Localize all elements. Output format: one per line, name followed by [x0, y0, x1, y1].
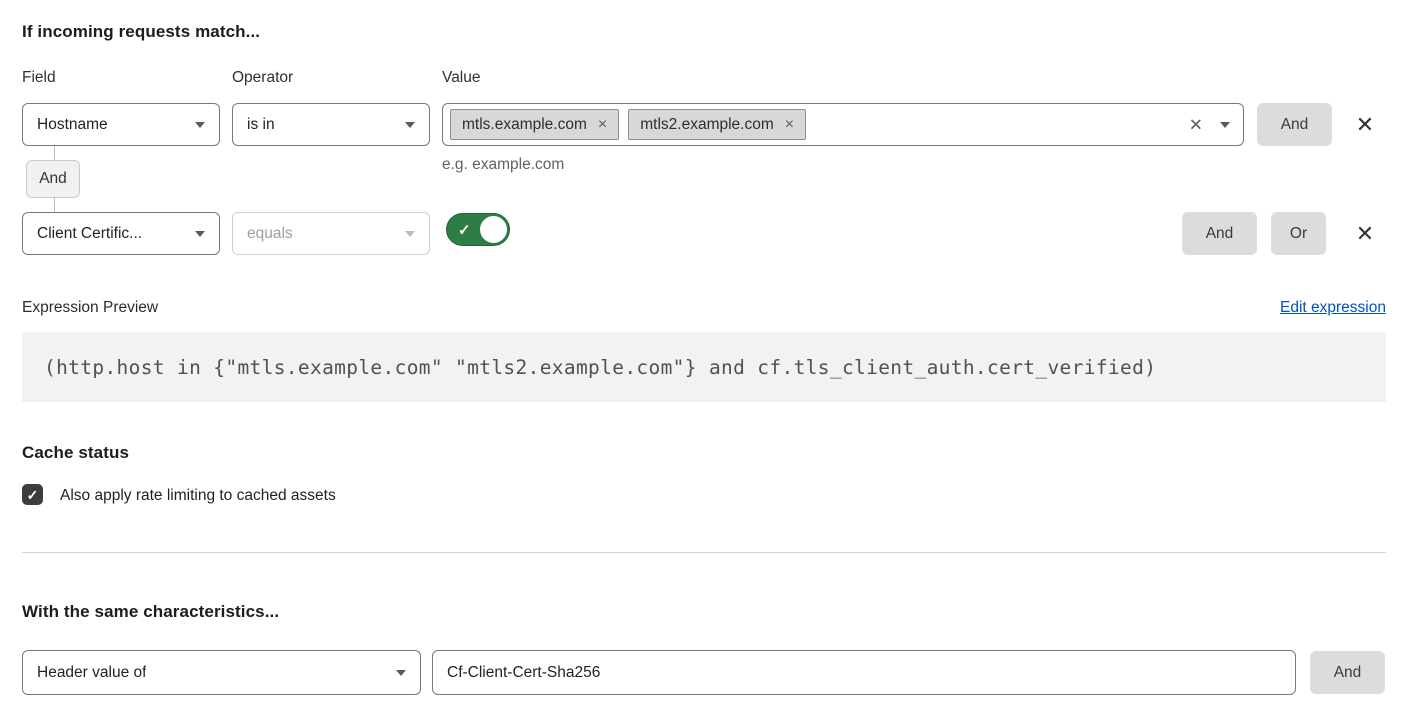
field-select-row1[interactable]: Hostname	[22, 103, 220, 146]
tag-remove-icon[interactable]: ×	[598, 117, 607, 133]
value-tag-label: mtls2.example.com	[640, 116, 774, 134]
edit-expression-link[interactable]: Edit expression	[1280, 299, 1386, 317]
toggle-knob	[480, 216, 507, 243]
chevron-down-icon	[195, 122, 205, 128]
chevron-down-icon	[396, 670, 406, 676]
add-and-condition-button-row1[interactable]: And	[1257, 103, 1332, 146]
match-section-title: If incoming requests match...	[22, 22, 260, 42]
value-tag: mtls.example.com ×	[450, 109, 619, 140]
clear-values-icon[interactable]: ✕	[1189, 116, 1203, 133]
field-select-row2-value: Client Certific...	[37, 225, 142, 243]
chevron-down-icon[interactable]	[1220, 122, 1230, 128]
section-divider	[22, 552, 1386, 553]
delete-row1-icon[interactable]: ✕	[1352, 112, 1378, 138]
chevron-down-icon	[405, 231, 415, 237]
cert-verified-toggle[interactable]: ✓	[446, 213, 510, 246]
cached-assets-checkbox-label: Also apply rate limiting to cached asset…	[60, 487, 336, 505]
check-icon: ✓	[27, 488, 39, 502]
field-select-row2[interactable]: Client Certific...	[22, 212, 220, 255]
operator-select-row2: equals	[232, 212, 430, 255]
connector-line	[54, 198, 55, 212]
tag-remove-icon[interactable]: ×	[785, 117, 794, 133]
delete-row2-icon[interactable]: ✕	[1352, 221, 1378, 247]
add-and-condition-button-row2[interactable]: And	[1182, 212, 1257, 255]
field-select-row1-value: Hostname	[37, 116, 108, 134]
value-multiselect-row1[interactable]: mtls.example.com × mtls2.example.com × ✕	[442, 103, 1244, 146]
cache-status-title: Cache status	[22, 443, 129, 463]
value-tag: mtls2.example.com ×	[628, 109, 806, 140]
add-characteristic-button[interactable]: And	[1310, 651, 1385, 694]
operator-select-row1-value: is in	[247, 116, 275, 134]
expression-preview-label: Expression Preview	[22, 299, 158, 317]
characteristics-section-title: With the same characteristics...	[22, 602, 279, 622]
check-icon: ✓	[458, 221, 471, 239]
characteristic-select-value: Header value of	[37, 664, 146, 682]
add-or-condition-button-row2[interactable]: Or	[1271, 212, 1326, 255]
field-column-label: Field	[22, 69, 56, 87]
rate-limit-rule-builder: If incoming requests match... Field Oper…	[0, 0, 1420, 720]
chevron-down-icon	[405, 122, 415, 128]
header-name-input[interactable]	[432, 650, 1296, 695]
characteristic-select[interactable]: Header value of	[22, 650, 421, 695]
expression-code: (http.host in {"mtls.example.com" "mtls2…	[44, 356, 1156, 379]
connector-line	[54, 146, 55, 160]
chevron-down-icon	[195, 231, 205, 237]
operator-select-row2-value: equals	[247, 225, 293, 243]
operator-select-row1[interactable]: is in	[232, 103, 430, 146]
operator-column-label: Operator	[232, 69, 293, 87]
value-column-label: Value	[442, 69, 481, 87]
connector-and-badge[interactable]: And	[26, 160, 80, 198]
value-tag-label: mtls.example.com	[462, 116, 587, 134]
cached-assets-checkbox[interactable]: ✓	[22, 484, 43, 505]
expression-preview-block: (http.host in {"mtls.example.com" "mtls2…	[22, 332, 1386, 402]
value-helper-text: e.g. example.com	[442, 156, 564, 174]
